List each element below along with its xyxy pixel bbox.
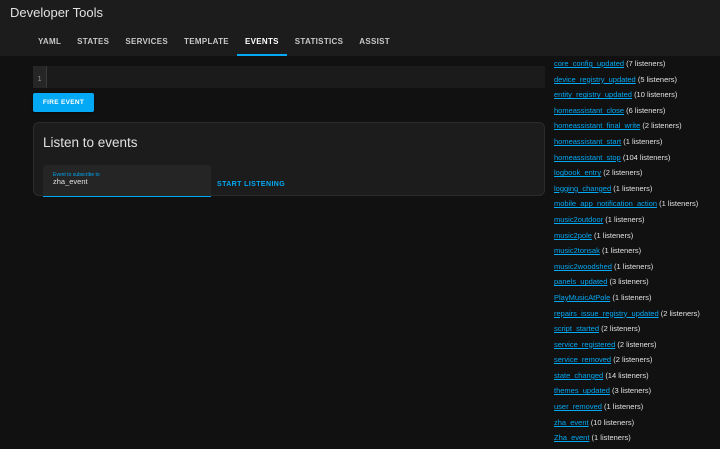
event-link[interactable]: device_registry_updated <box>554 75 636 84</box>
list-item: user_removed (1 listeners) <box>554 402 720 418</box>
listener-count: (5 listeners) <box>637 74 678 84</box>
list-item: state_changed (14 listeners) <box>554 371 720 387</box>
event-link[interactable]: mobile_app_notification_action <box>554 199 657 208</box>
event-link[interactable]: themes_updated <box>554 386 610 395</box>
event-link[interactable]: panels_updated <box>554 277 607 286</box>
event-link[interactable]: music2outdoor <box>554 215 603 224</box>
list-item: entity_registry_updated (10 listeners) <box>554 90 720 106</box>
listener-count: (1 listeners) <box>594 230 634 240</box>
list-item: music2pole (1 listeners) <box>554 231 720 247</box>
listener-count: (1 listeners) <box>601 246 642 256</box>
list-item: logbook_entry (2 listeners) <box>554 168 720 184</box>
event-link[interactable]: core_config_updated <box>554 59 624 68</box>
listener-count: (2 listeners) <box>613 355 653 365</box>
list-item: themes_updated (3 listeners) <box>554 386 720 402</box>
listener-count: (3 listeners) <box>611 386 652 396</box>
tab-services[interactable]: SERVICES <box>117 30 176 56</box>
list-item: service_registered (2 listeners) <box>554 340 720 356</box>
event-link[interactable]: service_removed <box>554 355 611 364</box>
list-item: PlayMusicAtPole (1 listeners) <box>554 293 720 309</box>
event-link[interactable]: music2pole <box>554 231 592 240</box>
gutter-divider <box>46 66 47 88</box>
listener-count: (1 listeners) <box>605 214 645 224</box>
listener-count: (1 listeners) <box>591 433 631 443</box>
listener-count: (6 listeners) <box>626 105 666 115</box>
list-item: zha_event (10 listeners) <box>554 418 720 434</box>
listener-count: (2 listeners) <box>601 324 641 334</box>
listener-count: (1 listeners) <box>623 136 663 146</box>
developer-tools-app: Developer Tools YAML STATES SERVICES TEM… <box>0 0 720 449</box>
fire-event-button[interactable]: FIRE EVENT <box>33 93 94 112</box>
page-title: Developer Tools <box>10 5 103 20</box>
tab-yaml[interactable]: YAML <box>30 30 69 56</box>
event-subscribe-field[interactable]: Event to subscribe to <box>43 165 211 197</box>
listener-count: (104 listeners) <box>622 152 671 162</box>
list-item: mobile_app_notification_action (1 listen… <box>554 199 720 215</box>
listener-count: (1 listeners) <box>613 183 653 193</box>
tab-assist[interactable]: ASSIST <box>351 30 398 56</box>
tab-bar: YAML STATES SERVICES TEMPLATE EVENTS STA… <box>30 30 398 56</box>
list-item: core_config_updated (7 listeners) <box>554 59 720 75</box>
list-item: device_registry_updated (5 listeners) <box>554 75 720 91</box>
list-item: homeassistant_close (6 listeners) <box>554 106 720 122</box>
event-link[interactable]: zha_event <box>554 418 589 427</box>
event-link[interactable]: homeassistant_stop <box>554 153 621 162</box>
event-subscribe-input[interactable] <box>53 177 193 186</box>
tab-events[interactable]: EVENTS <box>236 30 287 56</box>
event-link[interactable]: PlayMusicAtPole <box>554 293 610 302</box>
listener-count: (7 listeners) <box>626 59 666 68</box>
top-app-bar: Developer Tools YAML STATES SERVICES TEM… <box>0 0 720 56</box>
event-listeners-list: core_config_updated (7 listeners) device_… <box>554 59 720 449</box>
card-title: Listen to events <box>43 135 138 150</box>
listener-count: (1 listeners) <box>659 199 699 209</box>
event-link[interactable]: homeassistant_close <box>554 106 624 115</box>
list-item: music2outdoor (1 listeners) <box>554 215 720 231</box>
list-item: Zha_event (1 listeners) <box>554 433 720 449</box>
event-link[interactable]: homeassistant_start <box>554 137 621 146</box>
event-link[interactable]: entity_registry_updated <box>554 90 632 99</box>
list-item: homeassistant_stop (104 listeners) <box>554 153 720 169</box>
list-item: service_removed (2 listeners) <box>554 355 720 371</box>
listener-count: (10 listeners) <box>634 90 678 100</box>
event-link[interactable]: logbook_entry <box>554 168 601 177</box>
list-item: script_started (2 listeners) <box>554 324 720 340</box>
listener-count: (2 listeners) <box>660 308 700 318</box>
tab-template[interactable]: TEMPLATE <box>176 30 237 56</box>
event-link[interactable]: user_removed <box>554 402 602 411</box>
list-item: music2tonsak (1 listeners) <box>554 246 720 262</box>
listener-count: (1 listeners) <box>604 402 644 412</box>
listener-count: (2 listeners) <box>603 168 643 178</box>
event-link[interactable]: repairs_issue_registry_updated <box>554 309 659 318</box>
event-data-editor[interactable]: 1 <box>33 66 545 88</box>
listener-count: (1 listeners) <box>612 292 652 302</box>
list-item: homeassistant_start (1 listeners) <box>554 137 720 153</box>
listener-count: (14 listeners) <box>605 370 649 380</box>
event-link[interactable]: logging_changed <box>554 184 611 193</box>
tab-states[interactable]: STATES <box>69 30 117 56</box>
list-item: homeassistant_final_write (2 listeners) <box>554 121 720 137</box>
event-link[interactable]: homeassistant_final_write <box>554 121 640 130</box>
list-item: repairs_issue_registry_updated (2 listen… <box>554 309 720 325</box>
event-link[interactable]: service_registered <box>554 340 615 349</box>
list-item: panels_updated (3 listeners) <box>554 277 720 293</box>
event-link[interactable]: Zha_event <box>554 433 589 442</box>
list-item: logging_changed (1 listeners) <box>554 184 720 200</box>
listener-count: (2 listeners) <box>617 339 657 349</box>
event-link[interactable]: music2woodshed <box>554 262 612 271</box>
event-link[interactable]: music2tonsak <box>554 246 600 255</box>
listener-count: (2 listeners) <box>642 121 682 131</box>
listener-count: (3 listeners) <box>609 277 649 287</box>
listener-count: (10 listeners) <box>590 417 635 427</box>
listen-to-events-card: Listen to events Event to subscribe to S… <box>33 122 545 197</box>
start-listening-button[interactable]: START LISTENING <box>217 181 285 188</box>
line-number: 1 <box>33 66 46 88</box>
event-link[interactable]: script_started <box>554 324 599 333</box>
tab-statistics[interactable]: STATISTICS <box>287 30 351 56</box>
event-link[interactable]: state_changed <box>554 371 603 380</box>
listener-count: (1 listeners) <box>614 261 654 271</box>
list-item: music2woodshed (1 listeners) <box>554 262 720 278</box>
